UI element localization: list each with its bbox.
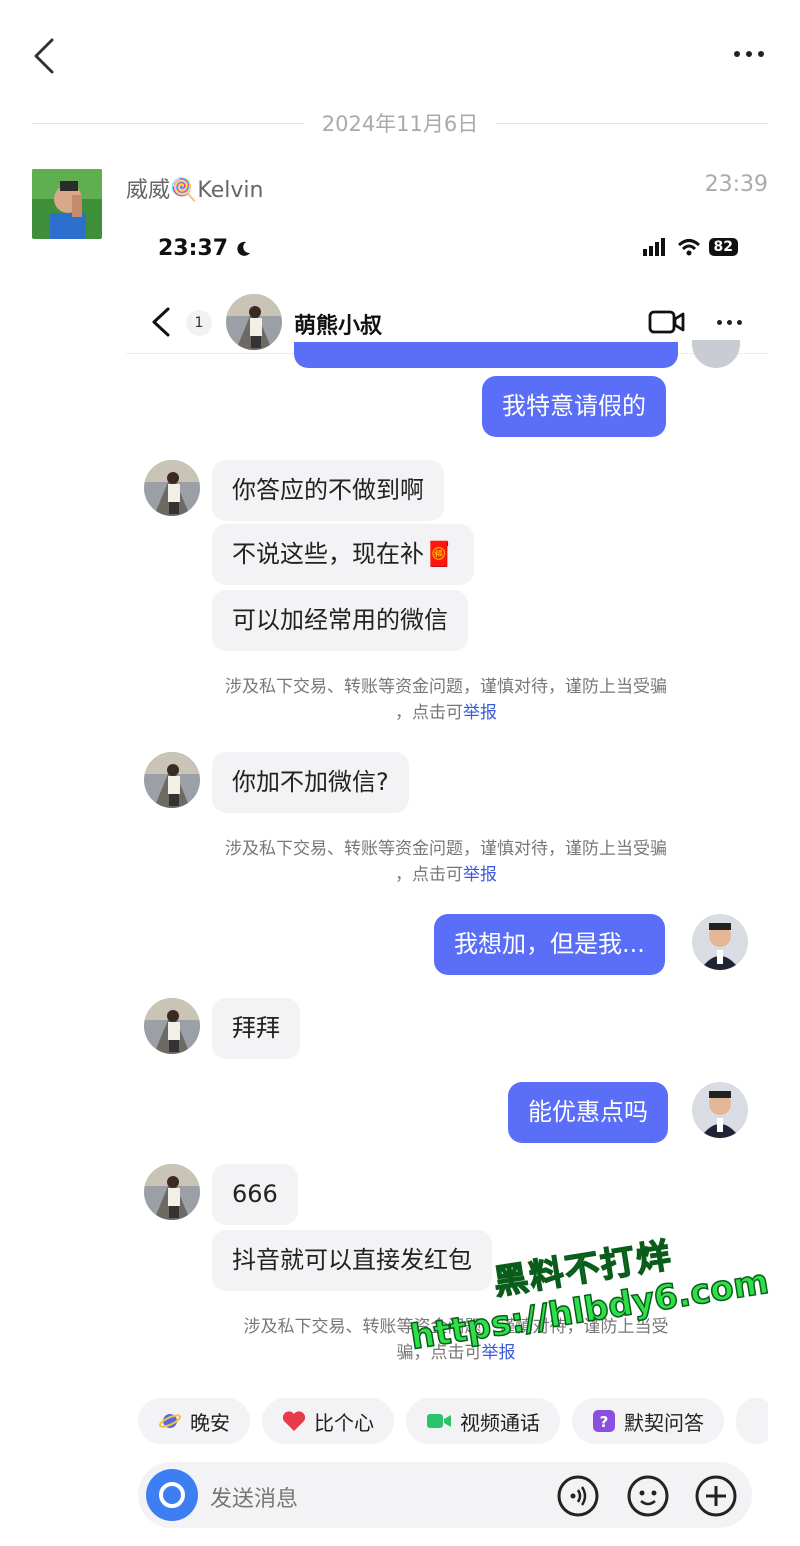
quick-action-chips: 晚安 比个心 视频通话 ? 默契问答: [138, 1398, 768, 1444]
self-avatar[interactable]: [692, 1082, 748, 1138]
avatar-photo-icon: [144, 460, 200, 516]
avatar-photo-icon: [144, 752, 200, 808]
video-camera-icon: [427, 1414, 451, 1428]
date-label: 2024年11月6日: [321, 112, 479, 136]
message-time: 23:39: [704, 172, 768, 197]
avatar-photo-icon: [144, 998, 200, 1054]
unread-badge: 1: [186, 310, 212, 336]
more-dots-icon[interactable]: [717, 320, 742, 325]
camera-icon: [159, 1482, 185, 1508]
safety-warning: 涉及私下交易、转账等资金问题，谨慎对待，谨防上当受骗 ，点击可举报: [186, 836, 706, 888]
status-bar-time: 23:37: [158, 236, 252, 261]
more-dots-icon[interactable]: [724, 44, 764, 64]
warning-text: 涉及私下交易、转账等资金问题，谨慎对待，谨防上当受骗: [225, 839, 667, 859]
chip-video-call[interactable]: 视频通话: [406, 1398, 560, 1444]
safety-warning: 涉及私下交易、转账等资金问题，谨慎对待，谨防上当受骗 ，点击可举报: [186, 674, 706, 726]
warning-text: 涉及私下交易、转账等资金问题，谨慎对待，谨防上当受骗: [225, 677, 667, 697]
camera-button[interactable]: [146, 1469, 198, 1521]
top-bar: [0, 0, 800, 110]
chip-heart[interactable]: 比个心: [262, 1398, 394, 1444]
clipped-outgoing-bubble: [294, 342, 678, 368]
heart-icon: [282, 1411, 306, 1431]
chevron-left-icon[interactable]: [28, 36, 68, 76]
message-bubble-incoming[interactable]: 你答应的不做到啊: [212, 460, 444, 521]
chip-label: 默契问答: [624, 1410, 704, 1435]
signal-icon: [642, 238, 665, 256]
message-input-bar: 发送消息: [138, 1462, 752, 1528]
battery-indicator: 82: [708, 238, 738, 256]
avatar-photo-icon: [226, 294, 282, 350]
message-input[interactable]: 发送消息: [210, 1481, 298, 1513]
message-bubble-incoming[interactable]: 666: [212, 1164, 298, 1225]
contact-avatar[interactable]: [144, 1164, 200, 1220]
planet-icon: [158, 1414, 182, 1428]
message-bubble-outgoing[interactable]: 我特意请假的: [482, 376, 666, 437]
contact-avatar[interactable]: [144, 460, 200, 516]
report-link[interactable]: 举报: [463, 703, 497, 723]
warning-text: ，点击可: [395, 865, 463, 885]
status-bar-right: 82: [642, 238, 738, 256]
message-bubble-incoming[interactable]: 你加不加微信?: [212, 752, 409, 813]
question-icon: ?: [593, 1410, 615, 1432]
plus-icon[interactable]: [694, 1474, 738, 1518]
avatar-photo-icon: [144, 1164, 200, 1220]
warning-text: ，点击可: [395, 703, 463, 723]
message-bubble-incoming[interactable]: 不说这些，现在补🧧: [212, 524, 474, 585]
contact-name: 萌熊小叔: [294, 314, 383, 339]
message-bubble-incoming[interactable]: 可以加经常用的微信: [212, 590, 468, 651]
clipped-self-avatar: [692, 340, 740, 368]
self-avatar[interactable]: [692, 914, 748, 970]
wifi-icon: [677, 239, 700, 256]
message-bubble-outgoing[interactable]: 能优惠点吗: [508, 1082, 668, 1143]
chip-label: 晚安: [190, 1410, 230, 1435]
chevron-left-icon[interactable]: [148, 306, 176, 338]
avatar-photo-icon: [692, 914, 748, 970]
chip-clipped[interactable]: [736, 1398, 768, 1444]
avatar-photo-icon: [692, 1082, 748, 1138]
contact-avatar[interactable]: [144, 998, 200, 1054]
chip-good-night[interactable]: 晚安: [138, 1398, 250, 1444]
report-link[interactable]: 举报: [463, 865, 497, 885]
contact-avatar[interactable]: [226, 294, 282, 350]
sender-name: 威威🍭Kelvin: [126, 178, 264, 203]
sender-avatar[interactable]: [32, 169, 102, 239]
svg-text:?: ?: [600, 1413, 609, 1431]
message-bubble-outgoing[interactable]: 我想加，但是我...: [434, 914, 665, 975]
moon-icon: [237, 241, 251, 256]
contact-avatar[interactable]: [144, 752, 200, 808]
date-divider: 2024年11月6日: [32, 108, 768, 138]
voice-icon[interactable]: [556, 1474, 600, 1518]
chip-label: 视频通话: [460, 1410, 540, 1435]
avatar-photo-icon: [32, 169, 102, 239]
video-camera-icon[interactable]: [648, 308, 686, 336]
message-bubble-incoming[interactable]: 拜拜: [212, 998, 300, 1059]
status-time: 23:37: [158, 236, 229, 261]
emoji-icon[interactable]: [626, 1474, 670, 1518]
chip-label: 比个心: [314, 1410, 374, 1435]
chip-quiz[interactable]: ? 默契问答: [572, 1398, 724, 1444]
